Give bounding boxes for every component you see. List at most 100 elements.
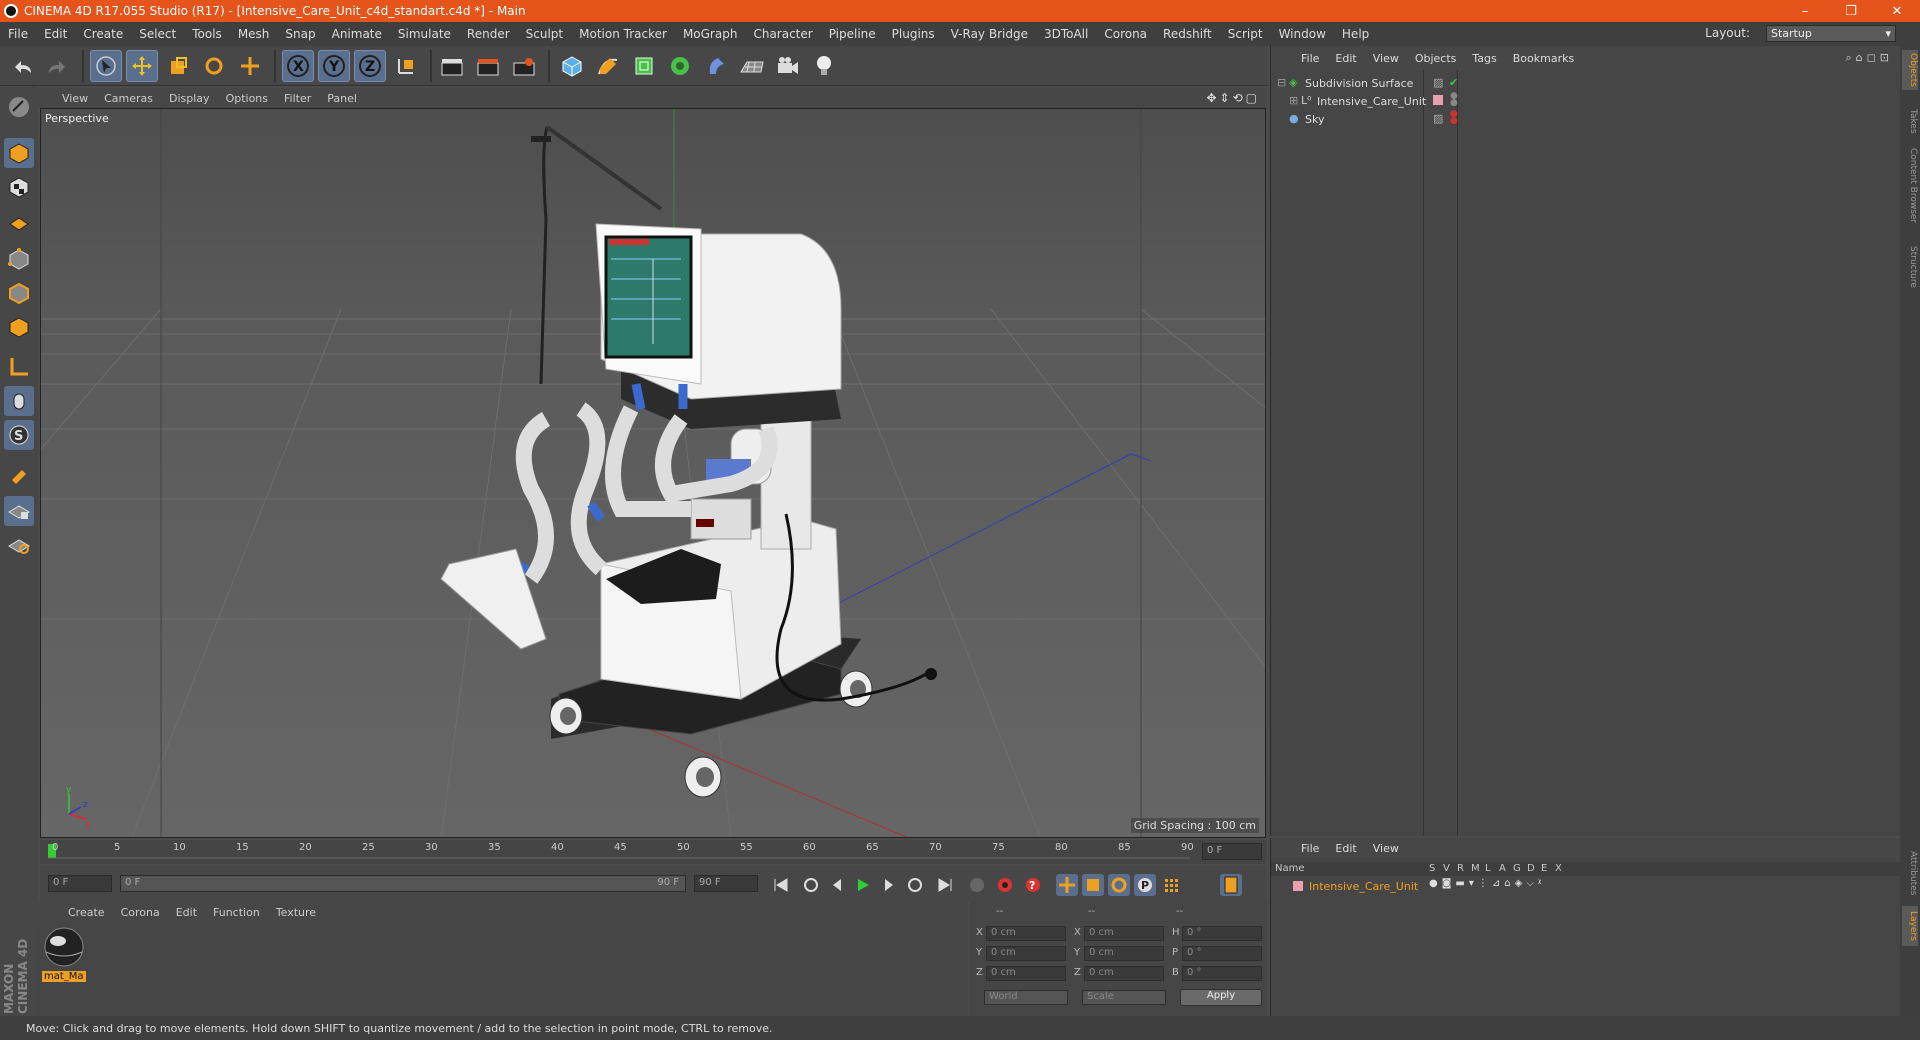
autokey-button[interactable] <box>994 874 1016 896</box>
size-y-field[interactable]: 0 cm <box>1084 946 1164 961</box>
planar-workplane-button[interactable] <box>4 530 34 560</box>
tab-takes[interactable]: Takes <box>1902 104 1918 138</box>
go-to-end-button[interactable] <box>934 874 956 896</box>
key-parameter-button[interactable]: P <box>1134 874 1156 896</box>
position-x-field[interactable]: 0 cm <box>986 926 1066 941</box>
go-to-start-button[interactable] <box>770 874 792 896</box>
object-menu-bookmarks[interactable]: Bookmarks <box>1505 52 1582 65</box>
viewport-menu-cameras[interactable]: Cameras <box>96 92 161 105</box>
make-editable-button[interactable] <box>4 92 34 122</box>
menu-tools[interactable]: Tools <box>184 27 230 41</box>
frame-range-slider[interactable]: 0 F 90 F <box>120 875 686 892</box>
layer-color-swatch[interactable] <box>1433 95 1443 105</box>
material-menu-create[interactable]: Create <box>60 906 113 919</box>
add-camera-button[interactable] <box>772 50 804 82</box>
layer-menu-edit[interactable]: Edit <box>1327 842 1364 855</box>
add-deformer-button[interactable] <box>700 50 732 82</box>
live-selection-button[interactable] <box>90 50 122 82</box>
object-row[interactable]: ⊟ ◈ Subdivision Surface ▨ ✔ <box>1271 74 1901 92</box>
tweak-mode-button[interactable] <box>4 386 34 416</box>
play-button[interactable] <box>852 874 874 896</box>
add-cube-button[interactable] <box>556 50 588 82</box>
perspective-viewport[interactable]: y x z Perspective Grid Spacing : 100 cm <box>40 108 1266 838</box>
magnet-button[interactable] <box>4 460 34 490</box>
render-picture-viewer-button[interactable] <box>472 50 504 82</box>
key-position-button[interactable] <box>1056 874 1078 896</box>
add-generator-button[interactable] <box>628 50 660 82</box>
layer-menu-file[interactable]: File <box>1293 842 1327 855</box>
close-button[interactable]: ✕ <box>1874 0 1920 22</box>
menu-3dtoall[interactable]: 3DToAll <box>1036 27 1096 41</box>
workplane-mode-button[interactable] <box>4 206 34 236</box>
coordinate-system-button[interactable] <box>390 50 422 82</box>
scale-tool-button[interactable] <box>162 50 194 82</box>
move-tool-button[interactable] <box>126 50 158 82</box>
tab-layers[interactable]: Layers <box>1902 906 1918 946</box>
menu-render[interactable]: Render <box>459 27 518 41</box>
search-home-icons[interactable]: ⌕⌂◻⊡ <box>1846 51 1894 65</box>
expand-icon[interactable]: ⊟ <box>1277 76 1286 89</box>
redo-button[interactable] <box>42 50 74 82</box>
menu-corona[interactable]: Corona <box>1096 27 1155 41</box>
rotation-p-field[interactable]: 0 ° <box>1182 946 1262 961</box>
menu-vray-bridge[interactable]: V-Ray Bridge <box>943 27 1036 41</box>
object-row[interactable]: ● Sky ▨ ● ● <box>1271 110 1901 128</box>
object-menu-tags[interactable]: Tags <box>1464 52 1504 65</box>
layer-tag-icon[interactable]: ▨ <box>1433 76 1443 89</box>
checkmark-icon[interactable]: ✔ <box>1449 76 1458 89</box>
restore-button[interactable]: ❐ <box>1828 0 1874 22</box>
rotation-h-field[interactable]: 0 ° <box>1182 926 1262 941</box>
menu-mograph[interactable]: MoGraph <box>675 27 746 41</box>
menu-help[interactable]: Help <box>1334 27 1377 41</box>
viewport-nav-icons[interactable]: ✥⇕⟲▢ <box>1206 91 1260 105</box>
viewport-menu-display[interactable]: Display <box>161 92 218 105</box>
coord-mode-dropdown[interactable]: Scale <box>1082 990 1166 1005</box>
rotate-tool-button[interactable] <box>198 50 230 82</box>
material-menu-function[interactable]: Function <box>205 906 268 919</box>
menu-snap[interactable]: Snap <box>277 27 323 41</box>
layer-toggle-icons[interactable]: ●◙▬▾⋮⊿⌂◈⌵ᵡ <box>1429 878 1546 889</box>
layout-dropdown[interactable]: Startup ▾ <box>1766 25 1896 42</box>
render-view-button[interactable] <box>436 50 468 82</box>
viewport-menu-view[interactable]: View <box>54 92 96 105</box>
expand-icon[interactable]: ⊞ <box>1289 94 1298 107</box>
add-spline-button[interactable] <box>592 50 624 82</box>
coord-space-dropdown[interactable]: World <box>984 990 1068 1005</box>
menu-plugins[interactable]: Plugins <box>884 27 943 41</box>
add-mograph-button[interactable] <box>664 50 696 82</box>
menu-character[interactable]: Character <box>745 27 820 41</box>
next-frame-button[interactable] <box>878 874 900 896</box>
transform-tool-button[interactable] <box>234 50 266 82</box>
menu-simulate[interactable]: Simulate <box>390 27 459 41</box>
menu-pipeline[interactable]: Pipeline <box>821 27 884 41</box>
tab-objects[interactable]: Objects <box>1902 50 1918 90</box>
viewport-menu-options[interactable]: Options <box>218 92 276 105</box>
layer-tag-icon[interactable]: ▨ <box>1433 112 1443 125</box>
minimize-button[interactable]: – <box>1782 0 1828 22</box>
model-mode-button[interactable] <box>4 138 34 168</box>
timeline-button[interactable] <box>1220 874 1242 896</box>
add-environment-button[interactable] <box>736 50 768 82</box>
texture-mode-button[interactable] <box>4 172 34 202</box>
menu-sculpt[interactable]: Sculpt <box>518 27 571 41</box>
start-frame-field[interactable]: 0 F <box>48 875 112 892</box>
menu-script[interactable]: Script <box>1220 27 1271 41</box>
add-light-button[interactable] <box>808 50 840 82</box>
keyframe-selection-button[interactable]: ? <box>1022 874 1044 896</box>
menu-select[interactable]: Select <box>131 27 184 41</box>
object-menu-objects[interactable]: Objects <box>1407 52 1465 65</box>
material-swatch[interactable]: mat_Ma <box>42 926 86 984</box>
end-frame-field[interactable]: 90 F <box>694 875 758 892</box>
layer-row[interactable]: Intensive_Care_Unit ●◙▬▾⋮⊿⌂◈⌵ᵡ <box>1271 878 1901 894</box>
material-menu-corona[interactable]: Corona <box>113 906 168 919</box>
key-rotation-button[interactable] <box>1108 874 1130 896</box>
prev-key-button[interactable] <box>800 874 822 896</box>
key-pla-button[interactable] <box>1160 874 1182 896</box>
menu-create[interactable]: Create <box>75 27 131 41</box>
tab-attributes[interactable]: Attributes <box>1902 846 1918 900</box>
visibility-dots-icon[interactable]: ● ● <box>1450 110 1458 126</box>
viewport-menu-filter[interactable]: Filter <box>276 92 319 105</box>
object-menu-view[interactable]: View <box>1365 52 1407 65</box>
menu-motion-tracker[interactable]: Motion Tracker <box>571 27 675 41</box>
size-x-field[interactable]: 0 cm <box>1084 926 1164 941</box>
